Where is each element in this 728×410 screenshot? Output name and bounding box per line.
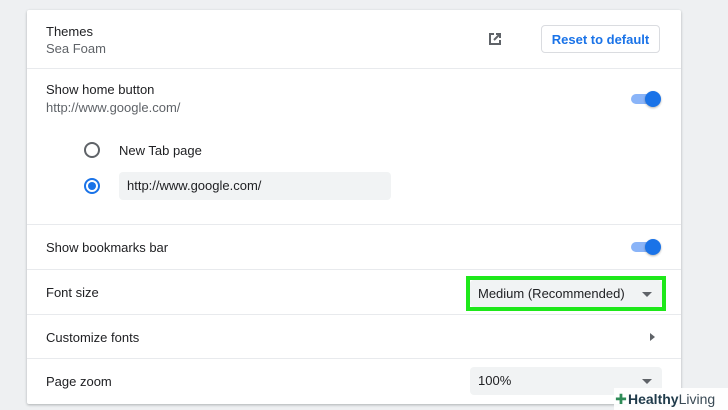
toggle-knob	[645, 239, 661, 255]
bookmarks-bar-label: Show bookmarks bar	[46, 240, 169, 255]
plus-icon: ✚	[615, 391, 627, 407]
home-button-label: Show home button	[46, 82, 155, 97]
home-button-url: http://www.google.com/	[46, 100, 181, 115]
font-size-label: Font size	[46, 285, 99, 300]
new-tab-page-label: New Tab page	[119, 143, 202, 158]
divider	[27, 68, 681, 69]
watermark-word-2: Living	[678, 391, 716, 407]
appearance-settings-card: Themes Sea Foam Reset to default Show ho…	[27, 10, 681, 404]
divider	[27, 358, 681, 359]
external-link-icon[interactable]	[486, 30, 504, 48]
page-zoom-label: Page zoom	[46, 374, 112, 389]
home-button-toggle[interactable]	[629, 91, 661, 107]
themes-value: Sea Foam	[46, 41, 106, 56]
watermark-logo: ✚HealthyLiving	[614, 388, 728, 410]
divider	[27, 224, 681, 225]
highlight-box	[466, 276, 666, 311]
dropdown-caret-icon	[642, 379, 652, 384]
watermark-word-1: Healthy	[628, 391, 679, 407]
reset-to-default-button[interactable]: Reset to default	[541, 25, 660, 53]
toggle-knob	[645, 91, 661, 107]
page-zoom-selected: 100%	[478, 373, 512, 388]
divider	[27, 314, 681, 315]
bookmarks-bar-toggle[interactable]	[629, 239, 661, 255]
custom-url-radio[interactable]	[84, 178, 100, 194]
divider	[27, 269, 681, 270]
home-url-input[interactable]: http://www.google.com/	[119, 172, 391, 200]
chevron-right-icon[interactable]	[650, 333, 655, 341]
themes-label: Themes	[46, 24, 93, 39]
new-tab-page-radio[interactable]	[84, 142, 100, 158]
customize-fonts-label[interactable]: Customize fonts	[46, 330, 139, 345]
